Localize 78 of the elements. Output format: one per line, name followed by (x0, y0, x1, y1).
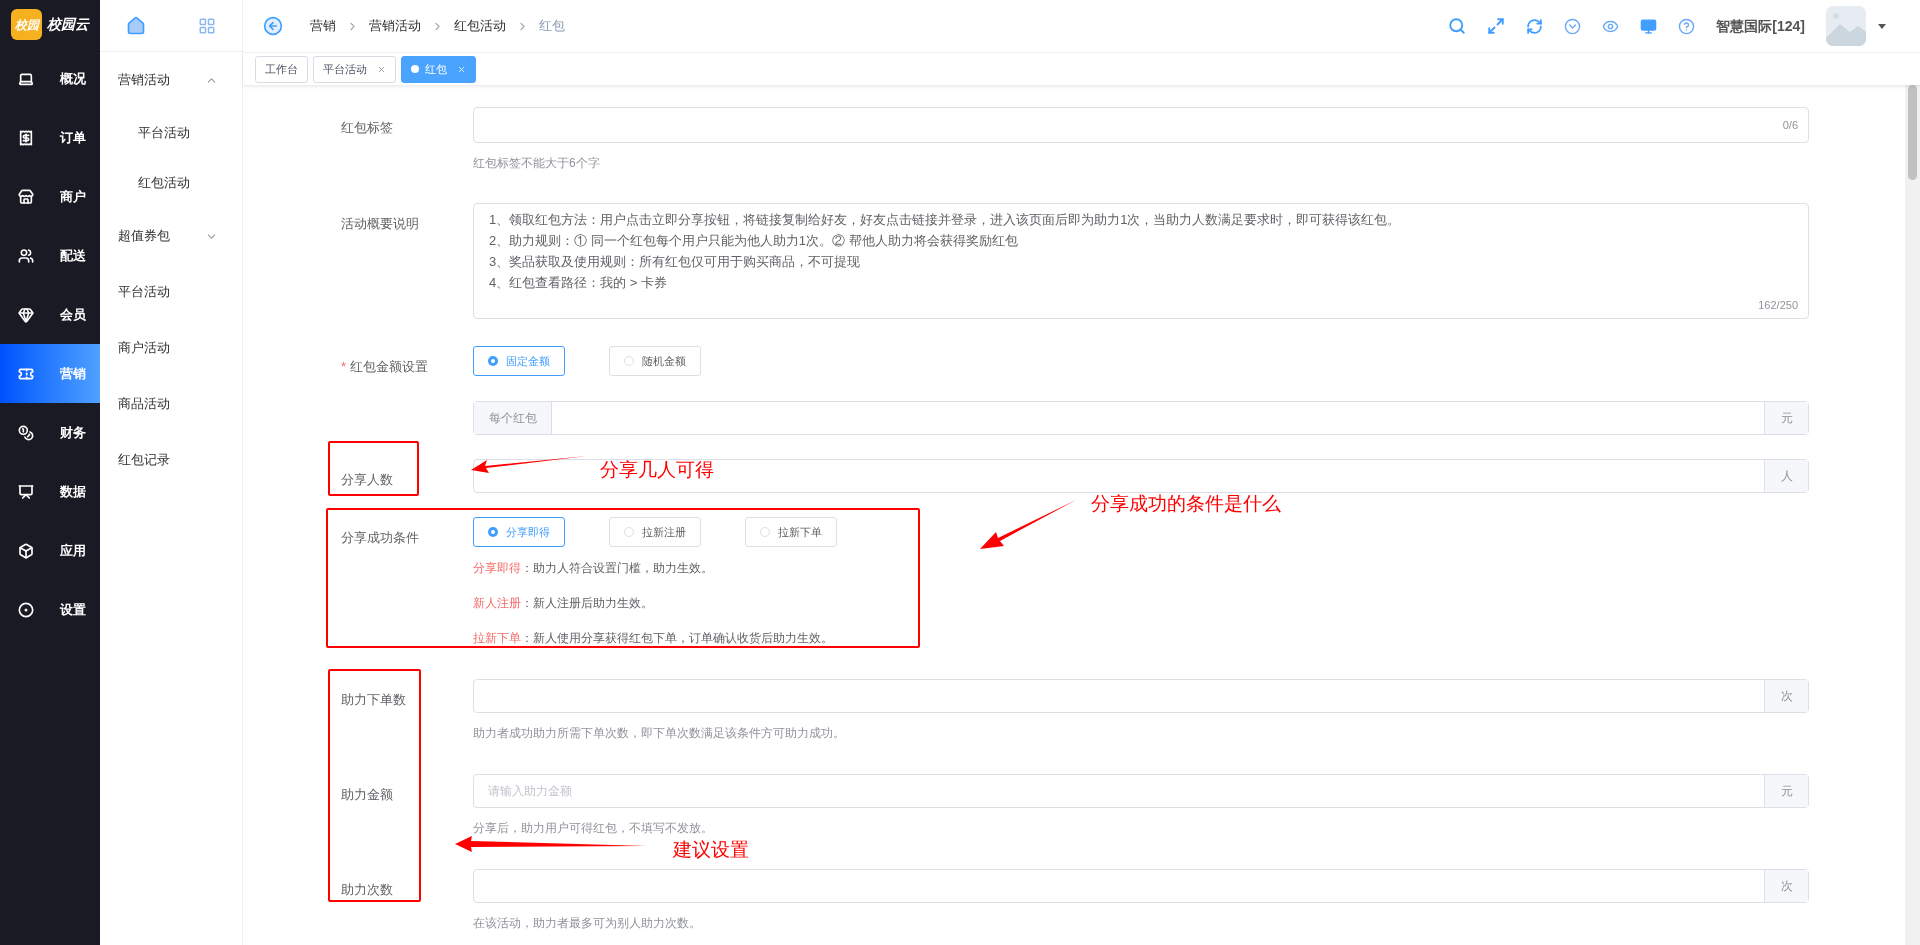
breadcrumb-item: 红包 (539, 17, 565, 36)
submenu-item[interactable]: 营销活动 (100, 52, 242, 108)
condition-description: 分享即得：助力人符合设置门槛，助力生效。 (473, 560, 714, 577)
sidebar-item[interactable]: 会员 (0, 285, 100, 344)
scrollbar-thumb[interactable] (1908, 85, 1917, 180)
input-suffix: 次 (1764, 870, 1808, 902)
description-textarea[interactable]: 1、领取红包方法：用户点击立即分享按钮，将链接复制给好友，好友点击链接并登录，进入该页面后即为助力1次，当助力人数满足要求时，即可获得该红包。 2、助力规则：① 同一个红包每个用户只能为他人助力1次。② 帮他人助力将会获得奖励红包 3、奖品获取及使用规则：所有红包仅可用于购买商品，不可提现 4、红包查看路径：我的 > 卡券 162/250 (473, 203, 1809, 319)
avatar[interactable] (1826, 6, 1866, 46)
radio-option[interactable]: 拉新下单 (745, 517, 837, 547)
page-tab[interactable]: 平台活动 (313, 55, 396, 83)
field-label: 助力下单数 (341, 692, 406, 707)
sidebar-item[interactable]: 设置 (0, 580, 100, 639)
field-label: 活动概要说明 (341, 216, 419, 231)
logo-text: 校园云 (47, 15, 89, 34)
annotation-note: 建议设置 (673, 838, 749, 862)
sidebar-item[interactable]: 订单 (0, 108, 100, 167)
submenu-item[interactable]: 超值券包 (100, 208, 242, 264)
submenu-item[interactable]: 红包记录 (100, 432, 242, 488)
help-icon[interactable] (1678, 17, 1696, 35)
home-icon[interactable] (126, 15, 146, 36)
submenu-item[interactable]: 平台活动 (100, 108, 242, 158)
sidebar-item[interactable]: 概况 (0, 49, 100, 108)
submenu-item[interactable]: 商户活动 (100, 320, 242, 376)
input-suffix: 元 (1764, 402, 1808, 434)
radio-option[interactable]: 拉新注册 (609, 517, 701, 547)
monitor-icon[interactable] (1640, 17, 1658, 35)
cube-icon (18, 542, 34, 559)
dropdown-caret-icon[interactable] (1878, 23, 1886, 29)
gem-icon (18, 306, 34, 323)
presentation-icon (18, 483, 34, 500)
field-label: 助力金额 (341, 787, 393, 802)
field-hint: 分享后，助力用户可得红包，不填写不发放。 (473, 820, 714, 837)
breadcrumb-item[interactable]: 营销 (310, 16, 336, 36)
input-suffix: 元 (1764, 775, 1808, 807)
refresh-icon[interactable] (1526, 17, 1544, 35)
field-hint: 在该活动，助力者最多可为别人助力次数。 (473, 915, 702, 932)
fullscreen-icon[interactable] (1487, 17, 1506, 35)
close-icon[interactable] (377, 64, 386, 74)
sidebar-item[interactable]: 商户 (0, 167, 100, 226)
char-counter: 0/6 (1782, 117, 1798, 133)
annotation-note: 分享成功的条件是什么 (1091, 492, 1281, 516)
field-hint: 助力者成功助力所需下单次数，即下单次数满足该条件方可助力成功。 (473, 725, 846, 742)
sidebar-item[interactable]: 数据 (0, 462, 100, 521)
chevron-circle-icon[interactable] (1564, 17, 1582, 35)
input-suffix: 人 (1764, 460, 1808, 492)
char-counter: 162/250 (1758, 297, 1798, 313)
close-icon[interactable] (457, 64, 466, 74)
field-label: 红包标签 (341, 120, 393, 135)
field-hint: 红包标签不能大于6个字 (473, 155, 601, 172)
breadcrumb-item[interactable]: 营销活动 (369, 16, 421, 36)
back-icon[interactable] (263, 16, 283, 36)
description-text: 1、领取红包方法：用户点击立即分享按钮，将链接复制给好友，好友点击链接并登录，进入该页面后即为助力1次，当助力人数满足要求时，即可获得该红包。 2、助力规则：① 同一个红包每个用户只能为他人助力1次。② 帮他人助力将会获得奖励红包 3、奖品获取及使用规则：所有红包仅可用于购买商品，不可提现 4、红包查看路径：我的 > 卡券 (489, 211, 1402, 292)
radio-option[interactable]: 随机金额 (609, 346, 701, 376)
condition-description: 拉新下单：新人使用分享获得红包下单，订单确认收货后助力生效。 (473, 630, 834, 647)
logo-mark: 校园 (11, 9, 42, 40)
sidebar-item[interactable]: 应用 (0, 521, 100, 580)
annotation-note: 分享几人可得 (600, 458, 714, 482)
breadcrumb-item[interactable]: 红包活动 (454, 16, 506, 36)
users-icon (18, 247, 34, 264)
field-label: 助力次数 (341, 882, 393, 897)
input-prefix: 每个红包 (474, 402, 552, 434)
settings-icon (18, 601, 34, 618)
apps-icon[interactable] (198, 16, 216, 35)
input-suffix: 次 (1764, 680, 1808, 712)
sidebar-item[interactable]: 配送 (0, 226, 100, 285)
submenu-item[interactable]: 平台活动 (100, 264, 242, 320)
search-icon[interactable] (1448, 17, 1467, 35)
account-name[interactable]: 智慧国际[124] (1716, 15, 1805, 37)
submenu-item[interactable]: 商品活动 (100, 376, 242, 432)
store-icon (18, 188, 34, 205)
condition-description: 新人注册：新人注册后助力生效。 (473, 595, 654, 612)
receipt-icon (18, 129, 34, 146)
page-tab[interactable]: 工作台 (255, 55, 308, 83)
submenu-item[interactable]: 红包活动 (100, 158, 242, 208)
sidebar-item[interactable]: 财务 (0, 403, 100, 462)
field-label: 分享成功条件 (341, 530, 419, 545)
field-label: 分享人数 (341, 472, 393, 487)
field-label: * 红包金额设置 (341, 359, 429, 374)
